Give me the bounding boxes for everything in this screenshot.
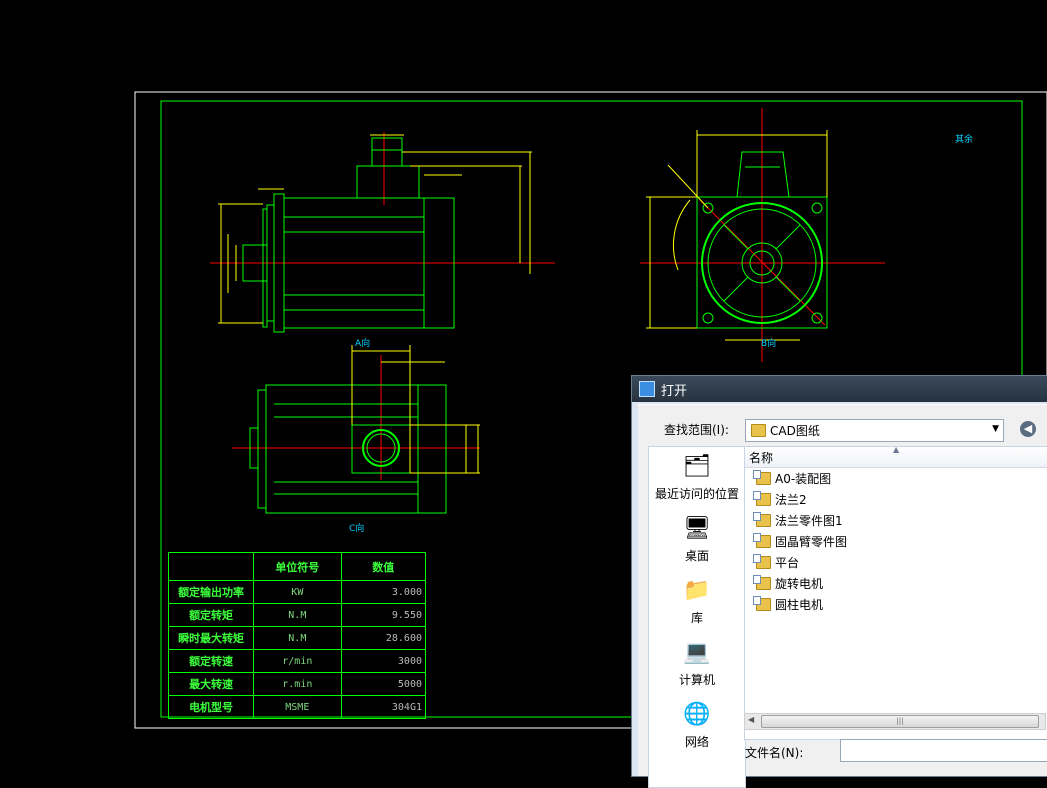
dialog-body: 查找范围(I): CAD图纸 ▼ ◀ 🗂 最近访问的位置 🖥 桌面 📁 库 💻 bbox=[638, 404, 1047, 788]
param-unit: r.min bbox=[253, 672, 342, 696]
list-item[interactable]: 圆柱电机 bbox=[745, 594, 1047, 615]
place-recent[interactable]: 🗂 最近访问的位置 bbox=[649, 453, 745, 502]
horizontal-scrollbar[interactable]: ◀ ||| bbox=[744, 713, 1046, 730]
table-row: 电机型号 MSME 304G1 bbox=[167, 695, 426, 719]
computer-icon: 💻 bbox=[683, 640, 711, 665]
file-list[interactable]: ▲ 名称 A0-装配图 法兰2 法兰零件图1 固晶臂零件图 平台 旋转电机 圆柱… bbox=[744, 446, 1047, 740]
param-unit: N.M bbox=[253, 626, 342, 650]
scrollbar-thumb[interactable]: ||| bbox=[761, 715, 1039, 728]
file-name: 法兰零件图1 bbox=[775, 514, 843, 528]
place-label: 桌面 bbox=[684, 549, 709, 563]
table-row: 额定转速 r/min 3000 bbox=[167, 649, 426, 673]
surface-note: 其余 bbox=[955, 135, 974, 145]
dialog-title: 打开 bbox=[661, 383, 688, 399]
folder-icon bbox=[753, 491, 771, 506]
table-header-cell bbox=[167, 552, 255, 581]
filename-input[interactable] bbox=[840, 739, 1047, 762]
look-in-value: CAD图纸 bbox=[770, 424, 820, 438]
place-computer[interactable]: 💻 计算机 bbox=[649, 639, 745, 688]
app-icon bbox=[639, 381, 655, 397]
network-icon: 🌐 bbox=[683, 702, 711, 727]
param-unit: r/min bbox=[253, 649, 342, 673]
folder-icon bbox=[753, 596, 771, 611]
param-value: 9.550 bbox=[340, 603, 426, 627]
table-row: 额定转矩 N.M 9.550 bbox=[167, 603, 426, 627]
side-view bbox=[640, 108, 885, 362]
column-header-name[interactable]: ▲ 名称 bbox=[745, 447, 1047, 468]
dialog-titlebar[interactable]: 打开 bbox=[632, 376, 1047, 402]
list-item[interactable]: 法兰零件图1 bbox=[745, 510, 1047, 531]
folder-icon bbox=[751, 424, 766, 437]
top-view bbox=[232, 345, 480, 514]
place-label: 网络 bbox=[684, 735, 709, 749]
library-icon: 📁 bbox=[683, 578, 711, 603]
folder-icon bbox=[753, 575, 771, 590]
table-header-cell: 单位符号 bbox=[253, 552, 342, 581]
param-value: 3.000 bbox=[340, 580, 426, 604]
list-item[interactable]: A0-装配图 bbox=[745, 468, 1047, 489]
param-value: 28.600 bbox=[340, 626, 426, 650]
table-header-row: 单位符号 数值 bbox=[167, 552, 426, 581]
param-name: 额定转矩 bbox=[167, 603, 255, 627]
back-arrow-icon: ◀ bbox=[1023, 422, 1033, 435]
param-name: 额定转速 bbox=[167, 649, 255, 673]
table-row: 瞬时最大转矩 N.M 28.600 bbox=[167, 626, 426, 650]
places-bar: 🗂 最近访问的位置 🖥 桌面 📁 库 💻 计算机 🌐 网络 bbox=[648, 446, 746, 788]
place-label: 最近访问的位置 bbox=[654, 487, 739, 501]
list-item[interactable]: 固晶臂零件图 bbox=[745, 531, 1047, 552]
place-network[interactable]: 🌐 网络 bbox=[649, 701, 745, 750]
param-value: 5000 bbox=[340, 672, 426, 696]
param-name: 瞬时最大转矩 bbox=[167, 626, 255, 650]
sort-up-icon: ▲ bbox=[893, 446, 900, 454]
file-name: 平台 bbox=[775, 556, 800, 570]
view-label-a: A向 bbox=[355, 339, 371, 349]
param-unit: KW bbox=[253, 580, 342, 604]
view-label-b: B向 bbox=[761, 339, 777, 349]
file-name: A0-装配图 bbox=[775, 472, 832, 486]
desktop-icon: 🖥 bbox=[683, 516, 711, 541]
file-name: 法兰2 bbox=[775, 493, 807, 507]
open-file-dialog[interactable]: 打开 查找范围(I): CAD图纸 ▼ ◀ 🗂 最近访问的位置 🖥 桌面 📁 库 bbox=[631, 375, 1047, 788]
place-label: 计算机 bbox=[678, 673, 715, 687]
place-desktop[interactable]: 🖥 桌面 bbox=[649, 515, 745, 564]
scroll-left-icon[interactable]: ◀ bbox=[748, 715, 754, 724]
folder-icon bbox=[753, 470, 771, 485]
param-unit: N.M bbox=[253, 603, 342, 627]
front-view bbox=[210, 132, 555, 333]
back-button[interactable]: ◀ bbox=[1020, 421, 1036, 437]
spec-table: 单位符号 数值 额定输出功率 KW 3.000 额定转矩 N.M 9.550 瞬… bbox=[167, 552, 426, 719]
look-in-dropdown[interactable]: CAD图纸 ▼ bbox=[745, 419, 1004, 442]
table-row: 额定输出功率 KW 3.000 bbox=[167, 580, 426, 604]
param-value: 304G1 bbox=[340, 695, 426, 719]
param-name: 额定输出功率 bbox=[167, 580, 255, 604]
file-name: 固晶臂零件图 bbox=[775, 535, 848, 549]
folder-icon bbox=[753, 533, 771, 548]
param-unit: MSME bbox=[253, 695, 342, 719]
folder-icon bbox=[753, 512, 771, 527]
param-name: 最大转速 bbox=[167, 672, 255, 696]
look-in-label: 查找范围(I): bbox=[664, 423, 729, 437]
table-header-cell: 数值 bbox=[340, 552, 426, 581]
place-library[interactable]: 📁 库 bbox=[649, 577, 745, 626]
recent-places-icon: 🗂 bbox=[683, 454, 711, 479]
list-item[interactable]: 法兰2 bbox=[745, 489, 1047, 510]
param-value: 3000 bbox=[340, 649, 426, 673]
list-item[interactable]: 平台 bbox=[745, 552, 1047, 573]
list-item[interactable]: 旋转电机 bbox=[745, 573, 1047, 594]
file-name: 圆柱电机 bbox=[775, 598, 824, 612]
folder-icon bbox=[753, 554, 771, 569]
place-label: 库 bbox=[690, 611, 703, 625]
file-name: 旋转电机 bbox=[775, 577, 824, 591]
table-row: 最大转速 r.min 5000 bbox=[167, 672, 426, 696]
filename-label: 文件名(N): bbox=[745, 746, 804, 760]
chevron-down-icon[interactable]: ▼ bbox=[992, 424, 999, 434]
column-header-label: 名称 bbox=[749, 450, 774, 465]
param-name: 电机型号 bbox=[167, 695, 255, 719]
view-label-c: C向 bbox=[349, 524, 365, 534]
